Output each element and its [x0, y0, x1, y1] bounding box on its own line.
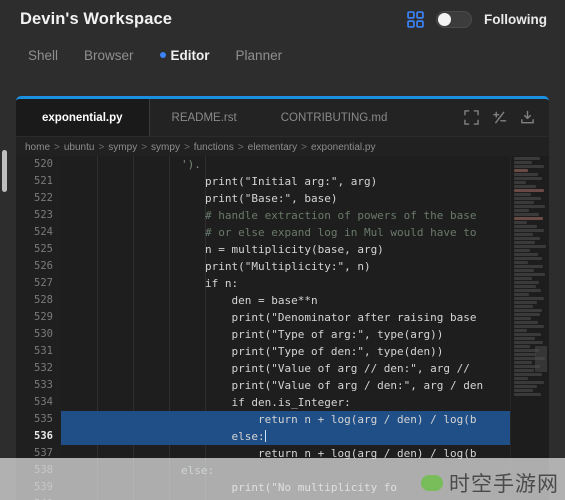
minimap-slider[interactable] [535, 346, 547, 372]
line-number-gutter: 520 521 522 523 524 525 526 527 528 529 … [16, 156, 61, 500]
minimap[interactable] [510, 156, 549, 500]
code-line: print("Denominator after raising base [205, 311, 477, 324]
code-line: print("Value of arg / den:", arg / den [205, 379, 484, 392]
following-label: Following [484, 11, 547, 27]
code-line: else: [181, 464, 215, 477]
primary-tab-bar: Shell Browser Editor Planner [0, 38, 565, 72]
breadcrumb-item-file[interactable]: exponential.py [311, 142, 376, 153]
workspace-header: Devin's Workspace Following [0, 0, 565, 38]
code-editor[interactable]: 520 521 522 523 524 525 526 527 528 529 … [16, 156, 549, 500]
line-number: 530 [34, 328, 53, 340]
code-line: print("Value of arg // den:", arg // [205, 362, 477, 375]
line-number: 535 [34, 413, 53, 425]
line-number: 533 [34, 379, 53, 391]
active-tab-dot-icon [159, 52, 166, 58]
code-line: print("Initial arg:", arg) [205, 175, 378, 188]
code-line: print("Multiplicity:", n) [205, 260, 371, 273]
line-number: 540 [16, 496, 61, 500]
code-line: if n: [205, 277, 239, 290]
following-toggle[interactable] [436, 10, 472, 28]
file-tab-label: README.rst [171, 111, 237, 124]
editor-toolbar [464, 99, 549, 136]
editor-panel: exponential.py README.rst CONTRIBUTING.m… [16, 96, 549, 500]
line-number: 537 [34, 447, 53, 459]
file-tab-contributing-md[interactable]: CONTRIBUTING.md [259, 99, 410, 136]
breadcrumb: home > ubuntu > sympy > sympy > function… [16, 137, 549, 157]
page-title: Devin's Workspace [20, 9, 173, 28]
breadcrumb-item-home[interactable]: home [25, 142, 50, 153]
code-line: return n + log(arg / den) / log(b [205, 447, 477, 460]
line-number: 521 [34, 175, 53, 187]
breadcrumb-separator: > [54, 141, 60, 153]
breadcrumb-separator: > [301, 141, 307, 153]
tab-browser-label: Browser [84, 47, 134, 63]
breadcrumb-item-ubuntu[interactable]: ubuntu [64, 142, 95, 153]
line-number: 524 [34, 226, 53, 238]
fullscreen-icon[interactable] [464, 110, 479, 125]
code-line: print("Base:", base) [205, 192, 338, 205]
download-icon[interactable] [520, 110, 535, 125]
line-number: 534 [34, 396, 53, 408]
file-tab-label: exponential.py [42, 111, 123, 124]
code-line: if den.is_Integer: [205, 396, 351, 409]
line-number-current: 536 [34, 430, 53, 442]
breadcrumb-separator: > [237, 141, 244, 153]
code-line-text: else: [205, 430, 265, 443]
header-actions: Following [407, 10, 547, 28]
line-number: 531 [34, 345, 53, 357]
vertical-scrollbar-thumb[interactable] [2, 150, 7, 192]
file-tab-readme-rst[interactable]: README.rst [150, 99, 259, 136]
line-number: 528 [34, 294, 53, 306]
text-caret [264, 430, 266, 442]
tab-browser[interactable]: Browser [84, 48, 134, 63]
line-number: 538 [34, 464, 53, 476]
line-number: 520 [34, 158, 53, 170]
code-line: print("Type of den:", type(den)) [205, 345, 444, 358]
line-number: 529 [34, 311, 53, 323]
code-line: den = base**n [205, 294, 318, 307]
code-line: # or else expand log in Mul would have t… [205, 226, 477, 239]
line-number: 526 [34, 260, 53, 272]
breadcrumb-item-sympy-inner[interactable]: sympy [151, 142, 180, 153]
file-tab-bar: exponential.py README.rst CONTRIBUTING.m… [16, 99, 549, 137]
code-text-area[interactable]: '). print("Initial arg:", arg) print("Ba… [61, 156, 549, 500]
line-number: 523 [34, 209, 53, 221]
breadcrumb-separator: > [98, 141, 105, 153]
grid-apps-icon[interactable] [407, 10, 424, 28]
tab-shell-label: Shell [28, 47, 59, 63]
tab-shell[interactable]: Shell [28, 48, 58, 63]
diff-icon[interactable] [492, 110, 507, 125]
breadcrumb-item-elementary[interactable]: elementary [248, 142, 297, 153]
line-number: 532 [34, 362, 53, 374]
tab-planner[interactable]: Planner [236, 48, 283, 63]
code-lines: '). print("Initial arg:", arg) print("Ba… [61, 156, 549, 500]
file-tab-exponential-py[interactable]: exponential.py [16, 99, 150, 136]
workspace-app: Devin's Workspace Following Shell Browse… [0, 0, 565, 500]
breadcrumb-item-sympy[interactable]: sympy [108, 142, 137, 153]
breadcrumb-separator: > [183, 141, 190, 153]
code-line: return log(arg)/log(base) [61, 496, 549, 500]
file-tab-label: CONTRIBUTING.md [280, 111, 388, 124]
line-number: 539 [34, 481, 53, 493]
code-line: n = multiplicity(base, arg) [205, 243, 384, 256]
code-line-selected: return n + log(arg / den) / log(b [61, 411, 549, 428]
code-line: print("No multiplicity fo [205, 481, 398, 494]
tab-planner-label: Planner [235, 47, 283, 63]
code-line-current: else: [61, 428, 549, 445]
code-line: # handle extraction of powers of the bas… [205, 209, 477, 222]
code-line: '). [181, 158, 201, 171]
breadcrumb-item-functions[interactable]: functions [194, 142, 234, 153]
code-line: print("Type of arg:", type(arg)) [205, 328, 444, 341]
line-number: 522 [34, 192, 53, 204]
tab-editor[interactable]: Editor [159, 47, 210, 63]
line-number: 525 [34, 243, 53, 255]
line-number: 527 [34, 277, 53, 289]
breadcrumb-separator: > [141, 141, 148, 153]
tab-editor-label: Editor [170, 47, 210, 63]
toggle-knob [438, 12, 451, 26]
